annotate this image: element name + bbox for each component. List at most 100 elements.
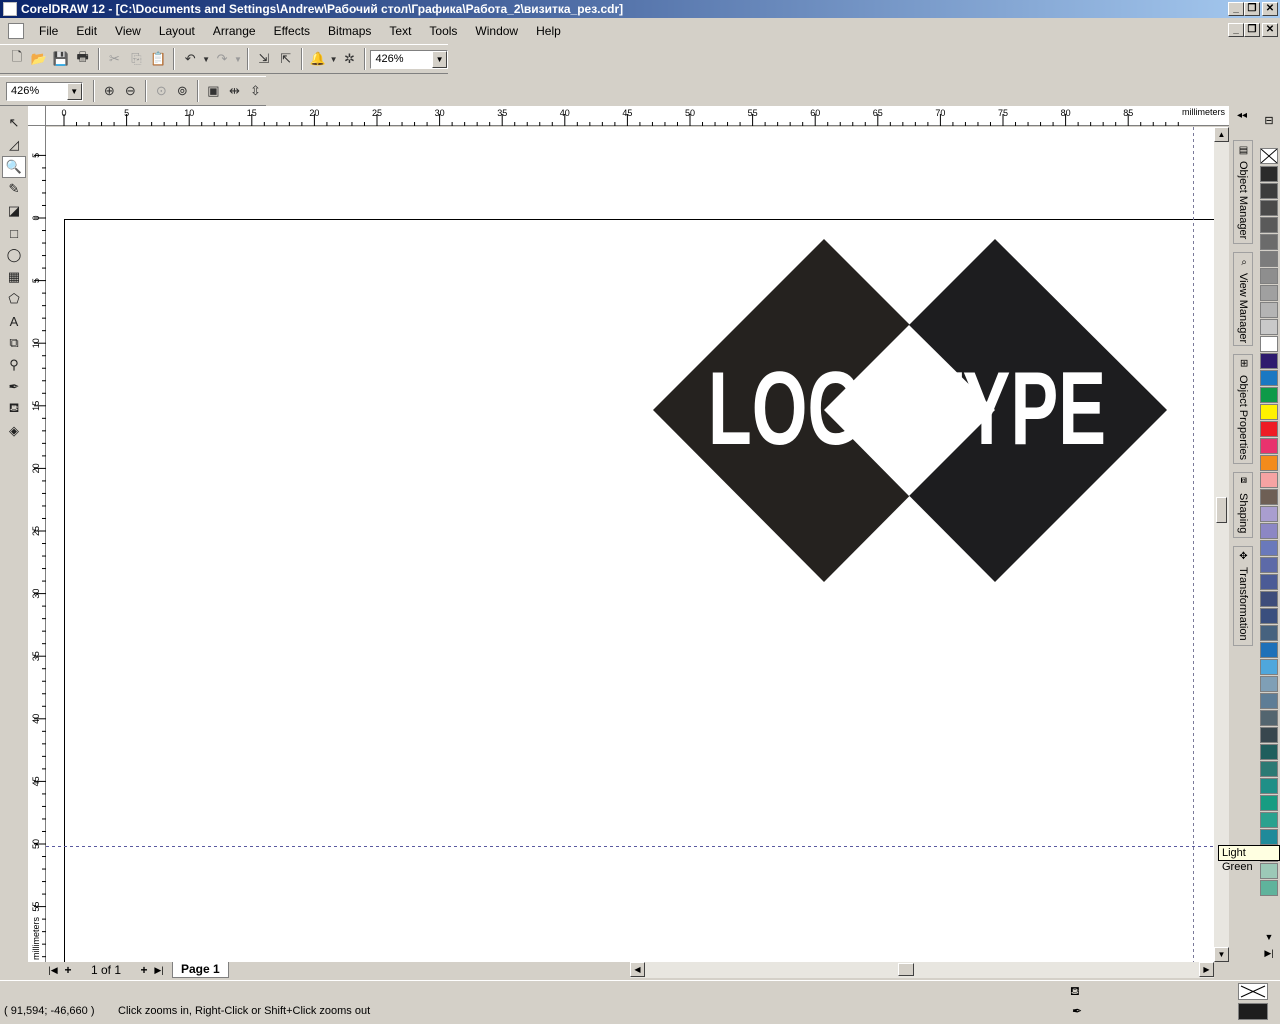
- interactive-fill-tool-icon[interactable]: ◈: [2, 420, 26, 442]
- ellipse-tool-icon[interactable]: ◯: [2, 244, 26, 266]
- add-page-after-icon[interactable]: +: [136, 963, 152, 977]
- new-icon[interactable]: 🗋: [6, 48, 28, 70]
- color-swatch[interactable]: [1260, 200, 1278, 216]
- scroll-left-icon[interactable]: ◀: [630, 962, 645, 977]
- open-icon[interactable]: 📂: [28, 48, 50, 70]
- first-page-icon[interactable]: |◀: [46, 965, 60, 976]
- print-icon[interactable]: 🖶: [72, 48, 94, 70]
- fill-indicator-icon[interactable]: ⛾: [1070, 984, 1080, 1000]
- doc-minimize-button[interactable]: _: [1228, 23, 1244, 37]
- scroll-right-icon[interactable]: ▶: [1199, 962, 1214, 977]
- graph-paper-tool-icon[interactable]: ▦: [2, 266, 26, 288]
- menu-text[interactable]: Text: [380, 24, 420, 38]
- color-swatch[interactable]: [1260, 183, 1278, 199]
- color-swatch[interactable]: [1260, 268, 1278, 284]
- scroll-up-icon[interactable]: ▲: [1214, 127, 1229, 142]
- launcher-dropdown-icon[interactable]: ▼: [329, 48, 339, 70]
- color-swatch[interactable]: [1260, 812, 1278, 828]
- no-fill-swatch[interactable]: [1260, 148, 1278, 164]
- color-swatch[interactable]: [1260, 489, 1278, 505]
- doc-close-button[interactable]: ✕: [1262, 23, 1278, 37]
- drawing-canvas[interactable]: LOGOTYPE: [46, 127, 1214, 962]
- color-swatch[interactable]: [1260, 863, 1278, 879]
- menu-help[interactable]: Help: [527, 24, 570, 38]
- text-tool-icon[interactable]: A: [2, 310, 26, 332]
- vertical-ruler[interactable]: 5 0 5 10 15 20 25 30 35 40 45 50 55 millimeters: [28, 126, 46, 962]
- zoom-tool-icon[interactable]: 🔍: [2, 156, 26, 178]
- interactive-blend-tool-icon[interactable]: ⧉: [2, 332, 26, 354]
- zoom-to-page-icon[interactable]: ▣: [203, 80, 224, 102]
- freehand-tool-icon[interactable]: ✎: [2, 178, 26, 200]
- menu-tools[interactable]: Tools: [420, 24, 466, 38]
- color-swatch[interactable]: [1260, 302, 1278, 318]
- fill-tool-icon[interactable]: ⛾: [2, 398, 26, 420]
- logo-text[interactable]: LOGOTYPE: [708, 351, 1106, 467]
- vertical-scroll-thumb[interactable]: [1216, 497, 1227, 523]
- palette-scroll-end-icon[interactable]: ▶|: [1260, 948, 1278, 959]
- collapse-dockers-icon[interactable]: ◂◂: [1237, 110, 1247, 121]
- shape-tool-icon[interactable]: ◿: [2, 134, 26, 156]
- vertical-scrollbar[interactable]: ▲ ▼: [1214, 127, 1229, 962]
- menu-arrange[interactable]: Arrange: [204, 24, 265, 38]
- redo-dropdown-icon[interactable]: ▼: [233, 48, 243, 70]
- color-swatch[interactable]: [1260, 387, 1278, 403]
- save-icon[interactable]: 💾: [50, 48, 72, 70]
- undo-dropdown-icon[interactable]: ▼: [201, 48, 211, 70]
- color-swatch[interactable]: [1260, 540, 1278, 556]
- color-swatch[interactable]: [1260, 642, 1278, 658]
- zoom-to-page-width-icon[interactable]: ⇹: [224, 80, 245, 102]
- zoom-to-page-height-icon[interactable]: ⇳: [245, 80, 266, 102]
- color-swatch[interactable]: [1260, 370, 1278, 386]
- zoom-out-icon[interactable]: ⊖: [120, 80, 141, 102]
- menu-bitmaps[interactable]: Bitmaps: [319, 24, 380, 38]
- color-swatch[interactable]: [1260, 523, 1278, 539]
- copy-icon[interactable]: ⎘: [125, 48, 147, 70]
- chevron-down-icon[interactable]: ▼: [66, 82, 82, 100]
- color-swatch[interactable]: [1260, 727, 1278, 743]
- menu-file[interactable]: File: [30, 24, 67, 38]
- corel-online-icon[interactable]: ✲: [339, 48, 361, 70]
- outline-tool-icon[interactable]: ✒: [2, 376, 26, 398]
- color-swatch[interactable]: [1260, 353, 1278, 369]
- color-swatch[interactable]: [1260, 557, 1278, 573]
- color-swatch[interactable]: [1260, 421, 1278, 437]
- application-launcher-icon[interactable]: 🔔: [307, 48, 329, 70]
- color-swatch[interactable]: [1260, 659, 1278, 675]
- color-swatch[interactable]: [1260, 285, 1278, 301]
- fill-color-swatch[interactable]: [1238, 983, 1268, 1000]
- import-icon[interactable]: ⇲: [253, 48, 275, 70]
- doc-restore-button[interactable]: ❐: [1244, 23, 1260, 37]
- menu-view[interactable]: View: [106, 24, 150, 38]
- cut-icon[interactable]: ✂: [104, 48, 126, 70]
- pick-tool-icon[interactable]: ↖: [2, 112, 26, 134]
- export-icon[interactable]: ⇱: [275, 48, 297, 70]
- smart-fill-tool-icon[interactable]: ◪: [2, 200, 26, 222]
- color-swatch[interactable]: [1260, 574, 1278, 590]
- color-swatch[interactable]: [1260, 217, 1278, 233]
- undo-icon[interactable]: ↶: [179, 48, 201, 70]
- close-button[interactable]: ✕: [1262, 2, 1278, 16]
- add-page-before-icon[interactable]: +: [60, 963, 76, 977]
- color-swatch[interactable]: [1260, 251, 1278, 267]
- document-icon[interactable]: [8, 23, 24, 39]
- color-swatch[interactable]: [1260, 404, 1278, 420]
- zoom-in-icon[interactable]: ⊕: [99, 80, 120, 102]
- color-swatch[interactable]: [1260, 234, 1278, 250]
- basic-shapes-tool-icon[interactable]: ⬠: [2, 288, 26, 310]
- color-swatch[interactable]: [1260, 693, 1278, 709]
- coreldraw-app-icon[interactable]: [3, 2, 17, 16]
- docker-tab-shaping[interactable]: ⧈ Shaping: [1233, 472, 1253, 538]
- restore-button[interactable]: ❐: [1244, 2, 1260, 16]
- color-swatch[interactable]: [1260, 761, 1278, 777]
- palette-scroll-down-icon[interactable]: ▼: [1260, 932, 1278, 942]
- horizontal-scroll-thumb[interactable]: [898, 963, 914, 976]
- ruler-origin[interactable]: [28, 106, 46, 126]
- color-swatch[interactable]: [1260, 608, 1278, 624]
- paste-icon[interactable]: 📋: [147, 48, 169, 70]
- docker-tab-view-manager[interactable]: ⌕ View Manager: [1233, 252, 1253, 346]
- rectangle-tool-icon[interactable]: □: [2, 222, 26, 244]
- docker-tab-object-manager[interactable]: ▤ Object Manager: [1233, 140, 1253, 244]
- outline-color-swatch[interactable]: [1238, 1003, 1268, 1020]
- page-tab-page-1[interactable]: Page 1: [172, 962, 229, 978]
- chevron-down-icon[interactable]: ▼: [432, 50, 448, 68]
